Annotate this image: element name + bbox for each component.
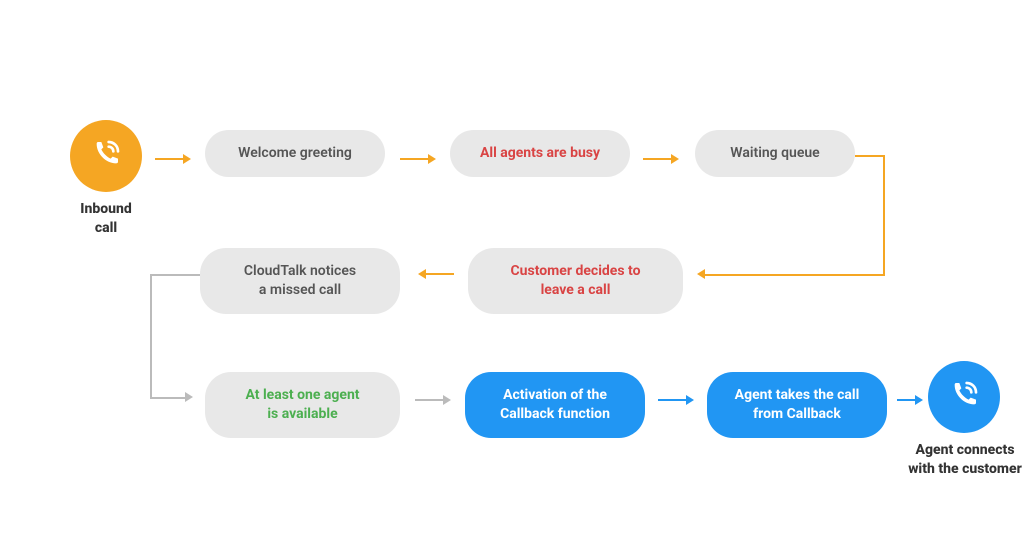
agent-connects-label: Agent connects with the customer	[890, 441, 1024, 479]
node-text: Activation of the Callback function	[500, 386, 610, 424]
arrow-icon	[658, 395, 694, 405]
node-text: Customer decides to leave a call	[511, 262, 641, 300]
arrow-icon	[643, 154, 679, 164]
connector-line	[150, 274, 200, 276]
agents-busy-node: All agents are busy	[450, 130, 630, 177]
phone-icon	[948, 379, 980, 415]
arrow-icon	[418, 269, 454, 279]
arrow-icon	[415, 395, 451, 405]
node-text: CloudTalk notices a missed call	[244, 262, 356, 300]
connector-line	[150, 274, 152, 398]
callback-activation-node: Activation of the Callback function	[465, 372, 645, 438]
node-text: All agents are busy	[480, 144, 600, 163]
waiting-queue-node: Waiting queue	[695, 130, 855, 177]
arrow-icon	[897, 395, 923, 405]
node-text: Waiting queue	[730, 144, 819, 163]
node-text: At least one agent is available	[245, 386, 359, 424]
arrow-icon	[155, 154, 191, 164]
arrow-head-icon	[697, 269, 705, 279]
connector-line	[855, 155, 885, 157]
agent-connects-circle	[928, 361, 1000, 433]
node-text: Welcome greeting	[238, 144, 352, 163]
agent-available-node: At least one agent is available	[205, 372, 400, 438]
inbound-call-label: Inbound call	[62, 200, 150, 238]
connector-line	[883, 155, 885, 275]
phone-icon	[90, 138, 122, 174]
arrow-icon	[400, 154, 436, 164]
connector-line	[705, 274, 885, 276]
arrow-head-icon	[185, 392, 193, 402]
customer-leave-node: Customer decides to leave a call	[468, 248, 683, 314]
node-text: Agent takes the call from Callback	[735, 386, 860, 424]
agent-takes-call-node: Agent takes the call from Callback	[707, 372, 887, 438]
inbound-call-circle	[70, 120, 142, 192]
welcome-greeting-node: Welcome greeting	[205, 130, 385, 177]
connector-line	[150, 397, 185, 399]
cloudtalk-missed-node: CloudTalk notices a missed call	[200, 248, 400, 314]
